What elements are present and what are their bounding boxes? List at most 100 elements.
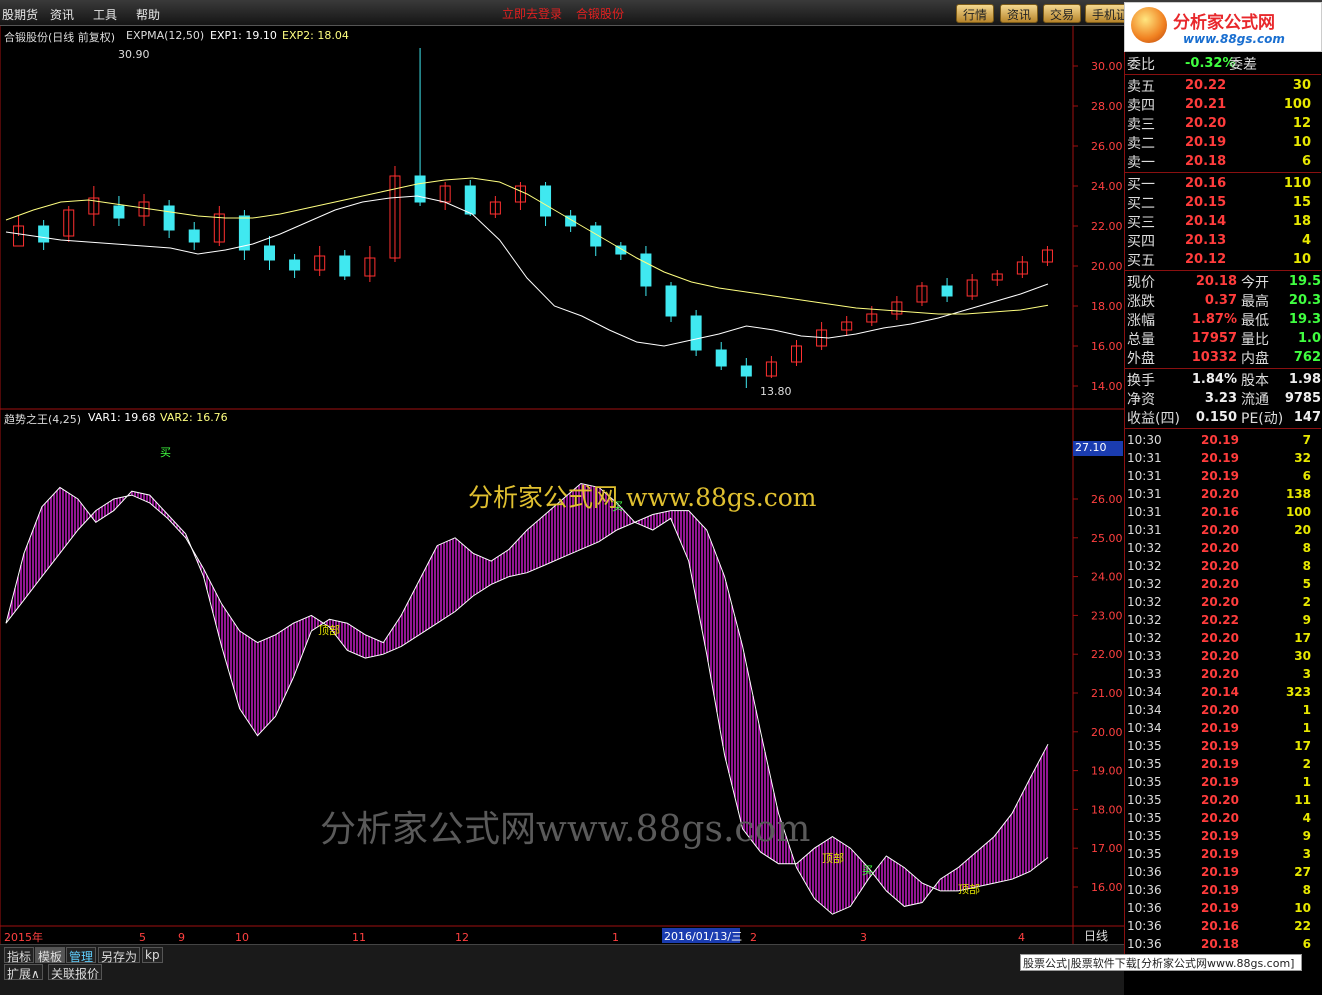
stat-row: 现价 20.18 今开 19.5 [1125, 272, 1321, 291]
tick-row: 10:36 20.19 10 [1125, 899, 1321, 917]
stat-row: 涨幅 1.87% 最低 19.3 [1125, 310, 1321, 329]
exp2-value: EXP2: 18.04 [282, 29, 349, 42]
stat-value: 0.37 [1204, 293, 1237, 308]
ask-row: 卖二 20.19 10 [1125, 133, 1321, 152]
main-axis-label: 28.00 [1091, 100, 1123, 113]
ask-volume: 100 [1283, 97, 1311, 112]
tick-row: 10:32 20.22 9 [1125, 611, 1321, 629]
menu-item-news[interactable]: 资讯 [50, 6, 74, 23]
candle [188, 222, 200, 250]
tick-volume: 30 [1294, 649, 1311, 663]
tick-time: 10:32 [1127, 541, 1162, 555]
main-axis-label: 24.00 [1091, 180, 1123, 193]
tick-price: 20.20 [1201, 667, 1239, 681]
tick-row: 10:35 20.19 2 [1125, 755, 1321, 773]
stat-label2: 今开 [1241, 275, 1269, 291]
sub-axis-label: 20.00 [1091, 726, 1123, 739]
bid-label: 买一 [1127, 177, 1155, 193]
bid-row: 买二 20.15 15 [1125, 193, 1321, 212]
tick-price: 20.19 [1201, 451, 1239, 465]
menu-item-futures[interactable]: 股期货 [2, 6, 38, 23]
stat-value2: 20.3 [1288, 293, 1321, 308]
tick-row: 10:30 20.19 7 [1125, 431, 1321, 449]
candle [991, 270, 1003, 286]
tick-volume: 17 [1294, 631, 1311, 645]
var1-value: VAR1: 19.68 [88, 411, 156, 424]
tick-price: 20.19 [1201, 469, 1239, 483]
tick-volume: 6 [1302, 469, 1311, 483]
candle-body [339, 255, 351, 277]
tick-volume: 11 [1294, 793, 1311, 807]
top-signal: 顶部 [318, 623, 340, 637]
bid-label: 买四 [1127, 234, 1155, 250]
sub-axis-label: 24.00 [1091, 571, 1123, 584]
main-indicator-name: EXPMA(12,50) [126, 29, 205, 42]
stat-value2: 19.3 [1288, 312, 1321, 327]
candle-body [289, 259, 301, 271]
tab-trade[interactable]: 交易 [1043, 4, 1082, 23]
candle [715, 342, 727, 370]
candle [690, 310, 702, 356]
tick-price: 20.20 [1201, 523, 1239, 537]
tick-volume: 20 [1294, 523, 1311, 537]
tick-volume: 1 [1302, 703, 1311, 717]
xaxis-label: 3 [860, 931, 867, 944]
menu-item-help[interactable]: 帮助 [136, 6, 160, 23]
bid-label: 买二 [1127, 196, 1155, 212]
tick-price: 20.16 [1201, 505, 1239, 519]
tick-time: 10:36 [1127, 883, 1162, 897]
download-banner[interactable]: 股票公式|股票软件下载[分析家公式网www.88gs.com] [1020, 954, 1302, 971]
indicator-button[interactable]: 指标 [4, 947, 35, 964]
quote-panel: 委比 -0.32% 委差 卖五 20.22 30 卖四 20.21 100 卖三 20.20 12 卖二… [1124, 52, 1322, 954]
main-axis-label: 30.00 [1091, 60, 1123, 73]
ratio-row: 委比 -0.32% 委差 [1125, 54, 1321, 73]
tick-time: 10:34 [1127, 685, 1162, 699]
candle [540, 182, 552, 226]
stat-label2: 最低 [1241, 313, 1269, 329]
candle [514, 182, 526, 210]
xaxis-label: 12 [455, 931, 469, 944]
tick-volume: 32 [1294, 451, 1311, 465]
tick-row: 10:32 20.20 2 [1125, 593, 1321, 611]
fund-label: 换手 [1127, 373, 1155, 389]
tick-row: 10:31 20.19 6 [1125, 467, 1321, 485]
sub-axis-label: 26.00 [1091, 493, 1123, 506]
tick-price: 20.20 [1201, 649, 1239, 663]
candle [289, 254, 301, 278]
save-as-button[interactable]: 另存为 [98, 947, 141, 964]
tab-news[interactable]: 资讯 [1000, 4, 1039, 23]
related-quotes-button[interactable]: 关联报价 [48, 964, 103, 981]
kp-button[interactable]: kp [142, 947, 163, 963]
main-axis-label: 18.00 [1091, 300, 1123, 313]
tick-volume: 8 [1302, 541, 1311, 555]
exp1-line [5, 195, 1049, 347]
tick-time: 10:34 [1127, 721, 1162, 735]
watermark-lower: 分析家公式网www.88gs.com [320, 809, 811, 850]
candle [113, 196, 125, 226]
tick-row: 10:35 20.19 9 [1125, 827, 1321, 845]
tick-row: 10:31 20.19 32 [1125, 449, 1321, 467]
cursor-price-tag: 27.10 [1073, 441, 1123, 456]
sub-axis-label: 21.00 [1091, 687, 1123, 700]
manage-button[interactable]: 管理 [66, 947, 97, 964]
bid-price: 20.14 [1185, 214, 1227, 229]
candle [339, 250, 351, 280]
menu-item-tools[interactable]: 工具 [93, 6, 117, 23]
candle-body [640, 253, 652, 287]
quote-separator [1125, 74, 1321, 75]
candle [740, 358, 752, 388]
xaxis-label: 4 [1018, 931, 1025, 944]
exp2-line [5, 177, 1049, 315]
candle [264, 236, 275, 270]
fund-label: 净资 [1127, 392, 1155, 408]
ask-price: 20.22 [1185, 78, 1227, 93]
expand-button[interactable]: 扩展∧ [4, 964, 43, 981]
tick-price: 20.18 [1201, 937, 1239, 951]
candle-body [163, 205, 175, 231]
template-button[interactable]: 模板 [35, 947, 66, 964]
ask-volume: 12 [1292, 116, 1311, 131]
stat-label: 外盘 [1127, 351, 1155, 367]
login-link[interactable]: 立即去登录 [502, 5, 562, 22]
tab-quotes[interactable]: 行情 [956, 4, 995, 23]
tick-volume: 9 [1302, 613, 1311, 627]
